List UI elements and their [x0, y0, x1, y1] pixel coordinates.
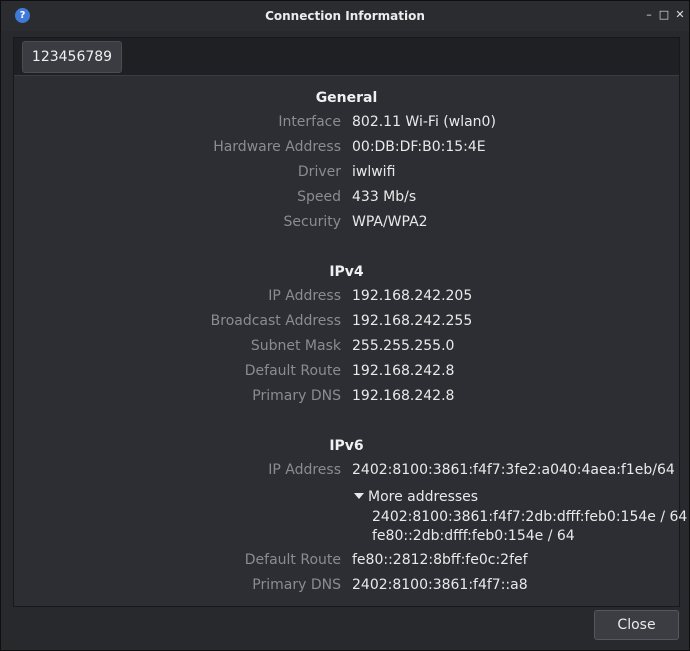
tab-bar: 123456789 [14, 38, 679, 76]
field-value: iwlwifi [352, 164, 396, 180]
title-bar: ? Connection Information – □ ✕ [1, 1, 689, 31]
minimize-icon[interactable]: – [642, 8, 656, 22]
connection-panel: 123456789 General Interface 802.11 Wi-Fi… [13, 37, 687, 607]
field-value: WPA/WPA2 [352, 214, 428, 230]
field-label: Speed [297, 189, 341, 205]
field-label: Driver [297, 164, 341, 180]
row-speed: Speed 433 Mb/s [14, 189, 679, 209]
more-addresses-label: More addresses [368, 489, 479, 505]
row-driver: Driver iwlwifi [14, 164, 679, 184]
row-broadcast-address: Broadcast Address 192.168.242.255 [14, 313, 679, 333]
row-security: Security WPA/WPA2 [14, 214, 679, 234]
field-value: 255.255.255.0 [352, 338, 455, 354]
field-value: 192.168.242.8 [352, 388, 455, 404]
field-label: Subnet Mask [250, 338, 341, 354]
field-value: fe80::2812:8bff:fe0c:2fef [352, 552, 528, 568]
field-label: Default Route [244, 552, 341, 568]
field-label: Hardware Address [213, 139, 341, 155]
close-button[interactable]: Close [594, 610, 679, 640]
field-label: IP Address [268, 288, 341, 304]
field-value: 192.168.242.205 [352, 288, 473, 304]
row-interface: Interface 802.11 Wi-Fi (wlan0) [14, 114, 679, 134]
field-label: Primary DNS [252, 388, 341, 404]
row-ipv4-address: IP Address 192.168.242.205 [14, 288, 679, 308]
row-ipv6-default-route: Default Route fe80::2812:8bff:fe0c:2fef [14, 552, 679, 572]
field-value: 00:DB:DF:B0:15:4E [352, 139, 486, 155]
field-label: Default Route [244, 363, 341, 379]
section-title-ipv6: IPv6 [329, 438, 364, 454]
field-value: 802.11 Wi-Fi (wlan0) [352, 114, 496, 130]
field-label: IP Address [268, 462, 341, 478]
row-hardware-address: Hardware Address 00:DB:DF:B0:15:4E [14, 139, 679, 159]
section-title-ipv4: IPv4 [329, 264, 364, 280]
section-title-general: General [315, 90, 378, 106]
maximize-icon[interactable]: □ [657, 8, 671, 22]
connection-info-window: ? Connection Information – □ ✕ 123456789… [0, 0, 690, 651]
tab-connection[interactable]: 123456789 [22, 41, 122, 73]
field-label: Security [283, 214, 342, 230]
field-label: Interface [278, 114, 341, 130]
extra-ipv6-address: 2402:8100:3861:f4f7:2db:dfff:feb0:154e /… [372, 509, 688, 525]
field-value: 192.168.242.8 [352, 363, 455, 379]
field-value: 2402:8100:3861:f4f7:3fe2:a040:4aea:f1eb/… [352, 462, 675, 478]
close-icon[interactable]: ✕ [673, 8, 687, 22]
row-ipv4-default-route: Default Route 192.168.242.8 [14, 363, 679, 383]
field-value: 433 Mb/s [352, 189, 417, 205]
row-ipv4-primary-dns: Primary DNS 192.168.242.8 [14, 388, 679, 408]
field-label: Primary DNS [252, 577, 341, 593]
field-value: 2402:8100:3861:f4f7::a8 [352, 577, 528, 593]
triangle-down-icon [354, 493, 364, 499]
window-title: Connection Information [265, 9, 425, 23]
row-subnet-mask: Subnet Mask 255.255.255.0 [14, 338, 679, 358]
field-label: Broadcast Address [210, 313, 341, 329]
field-value: 192.168.242.255 [352, 313, 473, 329]
more-addresses-expander[interactable]: More addresses [354, 489, 478, 505]
row-ipv6-address: IP Address 2402:8100:3861:f4f7:3fe2:a040… [14, 462, 679, 482]
extra-ipv6-address: fe80::2db:dfff:feb0:154e / 64 [372, 528, 575, 544]
row-ipv6-primary-dns: Primary DNS 2402:8100:3861:f4f7::a8 [14, 577, 679, 597]
